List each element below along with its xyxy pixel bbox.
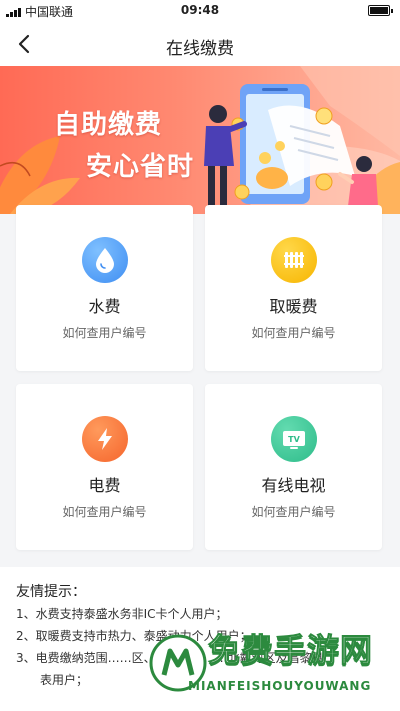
user-id-help-link[interactable]: 如何查用户编号 [205, 503, 382, 520]
tip-item: 1、水费支持泰盛水务非IC卡个人用户； [16, 607, 228, 621]
card-title: 有线电视 [261, 476, 326, 495]
tip-item: 2、取暖费支持市热力、泰盛动力个人用户； [16, 629, 252, 643]
promo-banner: 自助缴费 安心省时 [0, 66, 400, 214]
tip-item: 3、电费缴纳范围……区、……区、……北戴河区及昌黎县 [16, 651, 324, 665]
status-time: 09:48 [180, 3, 220, 17]
page-title: 在线缴费 [166, 39, 234, 59]
card-water-fee[interactable]: 水费 如何查用户编号 [16, 205, 193, 371]
tip-item-continued: 表用户； [40, 673, 89, 687]
banner-headline-1: 自助缴费 [54, 110, 163, 140]
card-title: 取暖费 [269, 297, 318, 316]
tips-title: 友情提示： [16, 584, 86, 600]
card-title: 水费 [88, 297, 121, 316]
user-id-help-link[interactable]: 如何查用户编号 [16, 503, 193, 520]
status-bar: 中国联通 09:48 [0, 0, 400, 22]
tv-icon: TV [271, 416, 317, 462]
battery-icon [368, 5, 393, 16]
banner-headline-2: 安心省时 [86, 152, 195, 182]
user-id-help-link[interactable]: 如何查用户编号 [16, 324, 193, 341]
water-drop-icon [82, 237, 128, 283]
card-cable-tv-fee[interactable]: TV 有线电视 如何查用户编号 [205, 384, 382, 550]
user-id-help-link[interactable]: 如何查用户编号 [205, 324, 382, 341]
card-electricity-fee[interactable]: 电费 如何查用户编号 [16, 384, 193, 550]
svg-text:TV: TV [288, 435, 300, 444]
tips-section: 友情提示： 1、水费支持泰盛水务非IC卡个人用户； 2、取暖费支持市热力、泰盛动… [0, 567, 400, 711]
nav-bar: 在线缴费 [0, 22, 400, 66]
lightning-icon [82, 416, 128, 462]
card-heating-fee[interactable]: 取暖费 如何查用户编号 [205, 205, 382, 371]
heater-icon [271, 237, 317, 283]
card-title: 电费 [88, 476, 121, 495]
